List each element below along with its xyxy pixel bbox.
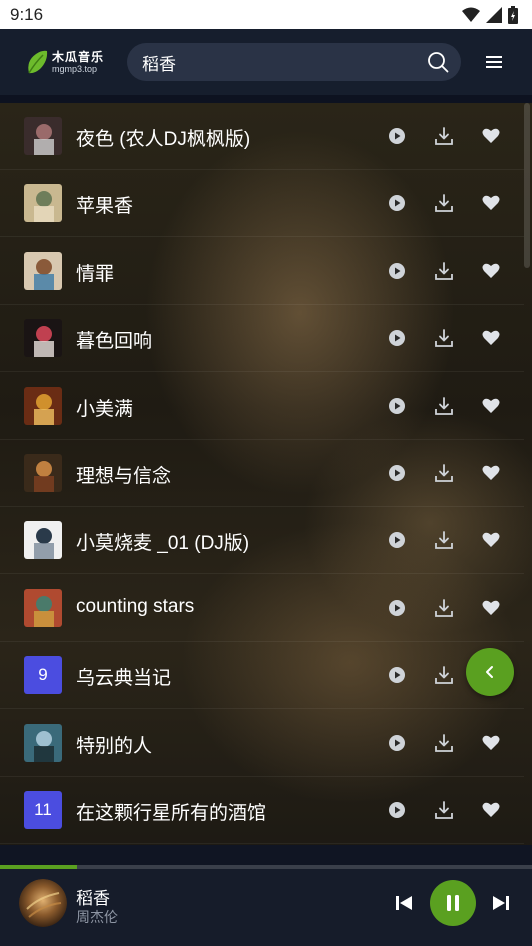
download-icon[interactable] <box>434 800 454 820</box>
heart-icon[interactable] <box>481 463 501 483</box>
play-circle-icon[interactable] <box>387 800 407 820</box>
heart-icon[interactable] <box>481 328 501 348</box>
song-row[interactable]: 11 在这颗行星所有的酒馆 <box>0 777 524 844</box>
play-circle-icon[interactable] <box>387 396 407 416</box>
song-title: 苹果香 <box>76 196 134 218</box>
album-cover <box>24 184 62 223</box>
album-cover <box>24 386 62 425</box>
heart-icon[interactable] <box>481 733 501 753</box>
song-title: counting stars <box>76 595 195 617</box>
play-circle-icon[interactable] <box>387 733 407 753</box>
song-title: 乌云典当记 <box>76 668 172 690</box>
download-icon[interactable] <box>434 598 454 618</box>
search-input[interactable] <box>142 52 427 72</box>
list-scrollbar[interactable] <box>524 103 530 268</box>
logo-domain: mgmp3.top <box>52 63 98 74</box>
play-circle-icon[interactable] <box>387 463 407 483</box>
heart-icon[interactable] <box>481 800 501 820</box>
download-icon[interactable] <box>434 193 454 213</box>
collapse-fab-button[interactable] <box>466 648 514 696</box>
status-icons <box>462 5 518 24</box>
play-circle-icon[interactable] <box>387 530 407 550</box>
chevron-left-icon <box>486 666 493 678</box>
menu-icon[interactable] <box>483 53 505 71</box>
song-title: 小莫烧麦 _01 (DJ版) <box>76 533 250 555</box>
song-row[interactable]: 小美满 <box>0 373 524 440</box>
status-bar: 9:16 <box>0 0 532 29</box>
now-playing-artist: 周杰伦 <box>76 909 118 925</box>
heart-icon[interactable] <box>481 126 501 146</box>
album-cover <box>24 117 62 155</box>
download-icon[interactable] <box>434 328 454 348</box>
logo-name: 木瓜音乐 <box>52 49 105 64</box>
heart-icon[interactable] <box>481 598 501 618</box>
download-icon[interactable] <box>434 396 454 416</box>
status-time: 9:16 <box>10 4 44 24</box>
song-row[interactable]: 小莫烧麦 _01 (DJ版) <box>0 507 524 575</box>
header-divider <box>0 95 532 103</box>
song-row[interactable]: 暮色回响 <box>0 305 524 373</box>
track-number-badge: 11 <box>24 791 62 829</box>
download-icon[interactable] <box>434 665 454 685</box>
search-bar <box>127 43 461 81</box>
track-number-badge: 9 <box>24 656 62 695</box>
pause-button[interactable] <box>430 880 476 926</box>
wifi-icon <box>462 7 480 22</box>
song-title: 特别的人 <box>76 735 153 757</box>
song-list[interactable]: 夜色 (农人DJ枫枫版) 苹果香情罪暮色回响小美满理想与信念小莫烧麦 _01 (D… <box>0 103 532 865</box>
song-row[interactable]: 情罪 <box>0 238 524 305</box>
album-cover <box>24 251 62 290</box>
song-title: 在这颗行星所有的酒馆 <box>76 803 267 824</box>
search-icon[interactable] <box>427 51 449 73</box>
battery-icon <box>508 5 518 24</box>
song-title: 情罪 <box>76 263 115 285</box>
play-circle-icon[interactable] <box>387 126 407 146</box>
album-art[interactable] <box>19 879 67 927</box>
song-title: 小美满 <box>76 398 134 420</box>
heart-icon[interactable] <box>481 261 501 281</box>
download-icon[interactable] <box>434 530 454 550</box>
heart-icon[interactable] <box>481 396 501 416</box>
song-row[interactable]: 9 乌云典当记 <box>0 642 524 710</box>
song-row[interactable]: counting stars <box>0 575 524 642</box>
pause-icon <box>447 895 459 911</box>
album-cover <box>24 454 62 492</box>
song-row[interactable]: 理想与信念 <box>0 440 524 507</box>
download-icon[interactable] <box>434 463 454 483</box>
app-header: 木瓜音乐 mgmp3.top <box>0 29 532 95</box>
skip-next-icon[interactable] <box>491 893 511 913</box>
mini-player[interactable]: 稻香 周杰伦 <box>0 869 532 946</box>
now-playing-title: 稻香 <box>76 889 110 908</box>
song-row[interactable]: 苹果香 <box>0 170 524 238</box>
play-circle-icon[interactable] <box>387 328 407 348</box>
player-spacer <box>0 845 532 865</box>
song-row[interactable]: 特别的人 <box>0 710 524 777</box>
heart-icon[interactable] <box>481 193 501 213</box>
leaf-logo-icon <box>28 50 48 74</box>
album-cover <box>24 588 62 627</box>
download-icon[interactable] <box>434 261 454 281</box>
download-icon[interactable] <box>434 126 454 146</box>
song-title: 夜色 (农人DJ枫枫版) <box>76 129 251 150</box>
app-logo[interactable]: 木瓜音乐 mgmp3.top <box>26 47 106 77</box>
play-circle-icon[interactable] <box>387 193 407 213</box>
song-title: 理想与信念 <box>76 466 172 487</box>
download-icon[interactable] <box>434 733 454 753</box>
song-row[interactable]: 夜色 (农人DJ枫枫版) <box>0 103 524 170</box>
play-circle-icon[interactable] <box>387 261 407 281</box>
signal-icon <box>486 6 502 23</box>
skip-previous-icon[interactable] <box>394 893 414 913</box>
heart-icon[interactable] <box>481 530 501 550</box>
play-circle-icon[interactable] <box>387 598 407 618</box>
album-cover <box>24 723 62 762</box>
album-cover <box>24 319 62 358</box>
song-title: 暮色回响 <box>76 331 153 353</box>
album-cover <box>24 521 62 560</box>
play-circle-icon[interactable] <box>387 665 407 685</box>
